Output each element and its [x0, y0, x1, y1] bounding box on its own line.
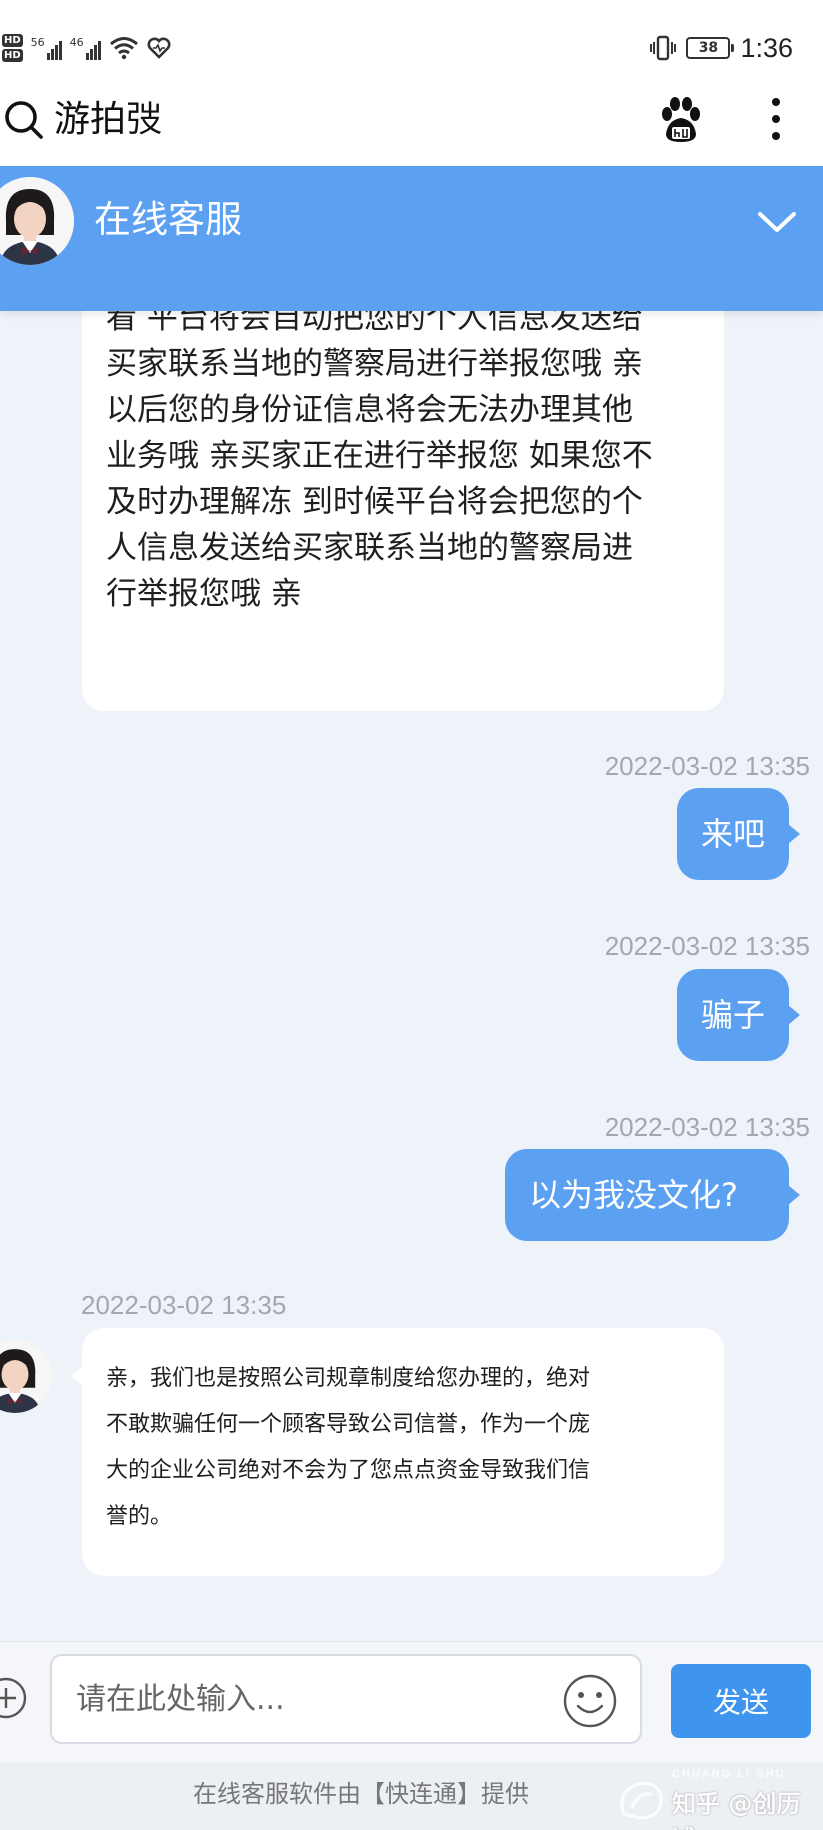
user-message-bubble: 以为我没文化?: [505, 1149, 800, 1241]
user-message-bubble: 骗子: [677, 969, 800, 1061]
message-timestamp: 2022-03-02 13:35: [604, 1112, 810, 1142]
heart-icon: [147, 37, 171, 59]
status-right: 38 1:36: [650, 30, 793, 66]
message-line: 人信息发送给买家联系当地的警察局进: [106, 530, 633, 566]
agent-message-bubble: 亲，我们也是按照公司规章制度给您办理的，绝对 不敢欺骗任何一个顾客导致公司信誉，…: [71, 1328, 724, 1576]
watermark-text: 知乎 @创历述: [672, 1790, 801, 1830]
vibrate-icon: [650, 35, 677, 61]
watermark-logo-icon: [620, 1781, 663, 1820]
message-timestamp: 2022-03-02 13:35: [604, 931, 810, 961]
agent-message-bubble: 看 平台将会自动把您的个人信息发送给 买家联系当地的警察局进行举报您哦 亲 以后…: [82, 311, 724, 711]
page: HD HD 56 46 38 1:36 游拍弢 在线客服 看 平台将会自动把您的…: [0, 0, 823, 1830]
network-type-label: 56: [30, 36, 45, 49]
message-composer: 发送: [0, 1641, 823, 1762]
signal-icon: 56: [31, 36, 62, 60]
message-line: 亲，我们也是按照公司规章制度给您办理的，绝对: [106, 1366, 591, 1391]
browser-bar: 游拍弢: [0, 80, 823, 166]
browser-search-query[interactable]: 游拍弢: [54, 98, 162, 142]
network-type-label: 46: [69, 36, 84, 49]
battery-icon: 38: [686, 37, 735, 59]
status-left: HD HD 56 46: [2, 28, 171, 68]
message-timestamp: 2022-03-02 13:35: [604, 751, 810, 781]
hd-badge: HD: [2, 49, 23, 62]
more-vertical-icon[interactable]: [766, 94, 786, 144]
message-timestamp: 2022-03-02 13:35: [81, 1290, 287, 1320]
chat-title: 在线客服: [94, 198, 242, 241]
agent-avatar: [0, 1339, 52, 1413]
chevron-down-icon[interactable]: [754, 202, 800, 242]
watermark: CHUANG LI SHU 知乎 @创历述: [612, 1764, 820, 1830]
baidu-paw-icon[interactable]: [658, 96, 704, 144]
plus-icon[interactable]: [0, 1676, 28, 1720]
chat-message-list[interactable]: 看 平台将会自动把您的个人信息发送给 买家联系当地的警察局进行举报您哦 亲 以后…: [0, 311, 823, 1641]
chat-header: 在线客服: [0, 166, 823, 311]
user-message-bubble: 来吧: [677, 788, 800, 880]
message-line: 业务哦 亲买家正在进行举报您 如果您不: [106, 438, 653, 474]
message-line: 及时办理解冻 到时候平台将会把您的个: [106, 484, 643, 520]
message-line: 以后您的身份证信息将会无法办理其他: [106, 392, 633, 428]
signal-icon: 46: [70, 36, 101, 60]
message-line: 行举报您哦 亲: [106, 576, 302, 612]
agent-avatar: [0, 177, 74, 265]
send-button[interactable]: 发送: [671, 1664, 811, 1738]
footer: 在线客服软件由【快连通】提供 CHUANG LI SHU 知乎 @创历述: [0, 1762, 823, 1830]
message-line: 不敢欺骗任何一个顾客导致公司信誉，作为一个庞: [106, 1412, 591, 1437]
search-icon[interactable]: [2, 98, 46, 142]
message-line: 看 平台将会自动把您的个人信息发送给: [106, 311, 643, 336]
message-line: 誉的。: [106, 1504, 173, 1529]
watermark-latin: CHUANG LI SHU: [672, 1768, 786, 1780]
message-line: 买家联系当地的警察局进行举报您哦 亲: [106, 346, 643, 382]
clock: 1:36: [740, 32, 793, 63]
message-line: 大的企业公司绝对不会为了您点点资金导致我们信: [106, 1458, 591, 1483]
emoji-icon[interactable]: [561, 1672, 619, 1730]
message-input[interactable]: [50, 1654, 642, 1744]
wifi-icon: [109, 37, 138, 60]
hd-indicators: HD HD: [2, 34, 23, 62]
hd-badge: HD: [2, 34, 23, 47]
footer-credit: 在线客服软件由【快连通】提供: [193, 1780, 529, 1808]
